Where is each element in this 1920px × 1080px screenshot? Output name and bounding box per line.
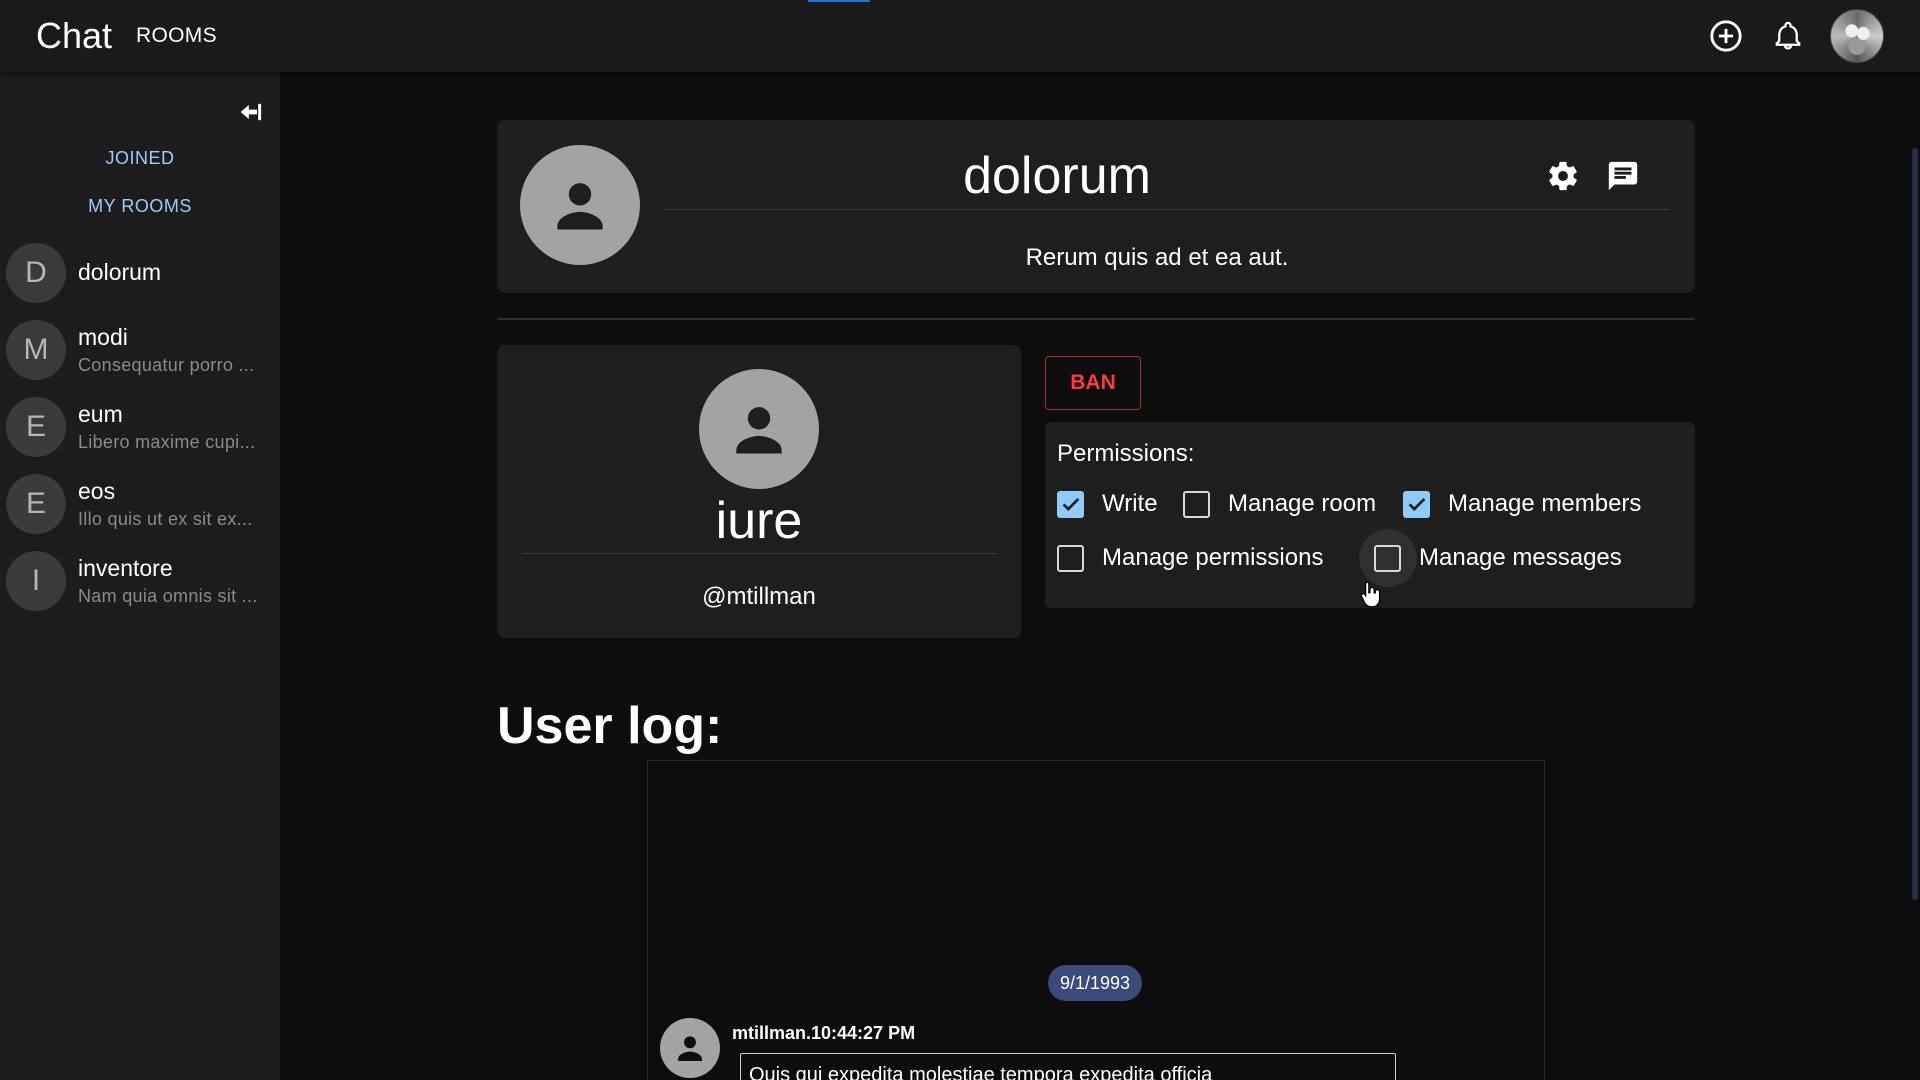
- main-content: dolorum Rerum quis ad et ea aut. iure @m…: [280, 72, 1920, 1080]
- room-avatar: E: [6, 473, 66, 534]
- room-item-eum[interactable]: E eum Libero maxime cupi...: [0, 388, 280, 465]
- member-name: iure: [715, 492, 803, 550]
- sidebar: JOINED MY ROOMS D dolorum M modi Consequ…: [0, 72, 280, 1080]
- room-name: eos: [78, 477, 116, 504]
- permission-label: Manage permissions: [1102, 544, 1324, 571]
- permission-label: Manage members: [1448, 490, 1642, 517]
- permission-label: Manage room: [1228, 490, 1377, 517]
- ban-button[interactable]: BAN: [1045, 356, 1141, 410]
- room-preview: Nam quia omnis sit ...: [78, 585, 258, 606]
- permission-manage-members[interactable]: Manage members: [1403, 484, 1641, 524]
- checkbox-unchecked[interactable]: [1057, 544, 1084, 572]
- member-avatar-icon: [699, 369, 819, 489]
- room-preview: Libero maxime cupi...: [78, 431, 256, 452]
- room-avatar: D: [6, 242, 66, 303]
- room-title: dolorum: [963, 147, 1151, 205]
- collapse-sidebar-icon[interactable]: [232, 94, 268, 130]
- room-avatar: E: [6, 396, 66, 457]
- appbar-actions: [1706, 0, 1884, 72]
- checkbox-checked[interactable]: [1057, 490, 1084, 518]
- gear-icon[interactable]: [1543, 156, 1583, 196]
- member-card: iure @mtillman: [497, 345, 1021, 638]
- room-preview: Consequatur porro ...: [78, 354, 255, 375]
- chat-icon[interactable]: [1603, 156, 1643, 196]
- checkbox-unchecked[interactable]: [1183, 490, 1210, 518]
- room-item-eos[interactable]: E eos Illo quis ut ex sit ex...: [0, 465, 280, 542]
- room-name: dolorum: [78, 259, 162, 285]
- bell-icon[interactable]: [1768, 16, 1808, 56]
- permissions-title: Permissions:: [1057, 440, 1195, 467]
- room-item-dolorum[interactable]: D dolorum: [0, 234, 280, 311]
- user-log-title: User log:: [497, 697, 723, 755]
- loading-indicator: [808, 0, 870, 2]
- room-header-card: dolorum Rerum quis ad et ea aut.: [497, 120, 1695, 293]
- room-avatar: I: [6, 550, 66, 611]
- room-item-inventore[interactable]: I inventore Nam quia omnis sit ...: [0, 542, 280, 619]
- permission-label: Manage messages: [1419, 544, 1622, 571]
- date-chip: 9/1/1993: [1048, 965, 1143, 1001]
- user-log[interactable]: 9/1/1993 mtillman.10:44:27 PM Quis qui e…: [647, 760, 1545, 1080]
- user-avatar[interactable]: [1830, 9, 1884, 63]
- divider: [664, 209, 1670, 210]
- message-avatar-icon: [660, 1018, 720, 1078]
- permission-write[interactable]: Write: [1057, 484, 1158, 524]
- room-avatar: M: [6, 319, 66, 380]
- room-name: modi: [78, 323, 128, 350]
- permission-manage-room[interactable]: Manage room: [1183, 484, 1376, 524]
- room-name: inventore: [78, 554, 173, 581]
- room-list: D dolorum M modi Consequatur porro ... E…: [0, 234, 280, 619]
- room-description: Rerum quis ad et ea aut.: [1025, 244, 1289, 271]
- member-handle: @mtillman: [702, 583, 816, 610]
- rooms-nav-link[interactable]: ROOMS: [136, 24, 217, 48]
- scrollbar-thumb[interactable]: [1912, 148, 1918, 900]
- divider: [521, 553, 997, 554]
- room-preview: Illo quis ut ex sit ex...: [78, 508, 253, 529]
- message-bubble: Quis qui expedita molestiae tempora expe…: [740, 1053, 1396, 1080]
- checkbox-unchecked[interactable]: [1374, 544, 1401, 572]
- tab-joined[interactable]: JOINED: [0, 148, 280, 169]
- scrollbar[interactable]: [1908, 72, 1920, 1080]
- checkbox-checked[interactable]: [1403, 490, 1430, 518]
- permission-manage-permissions[interactable]: Manage permissions: [1057, 538, 1323, 578]
- permission-manage-messages[interactable]: Manage messages: [1374, 538, 1622, 578]
- permission-label: Write: [1102, 490, 1158, 517]
- app-brand[interactable]: Chat: [36, 15, 112, 57]
- add-circle-icon[interactable]: [1706, 16, 1746, 56]
- message-meta: mtillman.10:44:27 PM: [732, 1023, 916, 1043]
- hand-cursor-icon: [1358, 580, 1384, 615]
- tab-my-rooms[interactable]: MY ROOMS: [0, 196, 280, 217]
- room-name: eum: [78, 400, 123, 427]
- room-avatar-icon: [520, 145, 640, 265]
- room-item-modi[interactable]: M modi Consequatur porro ...: [0, 311, 280, 388]
- app-bar: Chat ROOMS: [0, 0, 1920, 72]
- section-divider: [497, 318, 1695, 320]
